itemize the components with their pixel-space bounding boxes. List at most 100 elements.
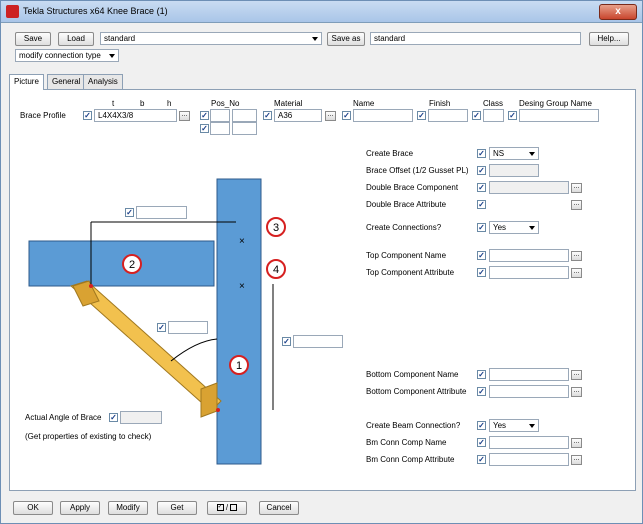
toggle-checkboxes-button[interactable]: ✓ / bbox=[207, 501, 247, 515]
beam-member bbox=[28, 240, 215, 287]
pos-no-prefix-input[interactable] bbox=[210, 109, 230, 122]
brace-offset-input[interactable] bbox=[489, 164, 539, 177]
unchecked-box-icon bbox=[230, 504, 238, 512]
angle-arc bbox=[170, 338, 218, 362]
toggle-separator: / bbox=[225, 503, 229, 512]
double-component-checkbox[interactable]: ✓ bbox=[477, 183, 486, 192]
help-button[interactable]: Help... bbox=[589, 32, 629, 46]
double-component-input[interactable] bbox=[489, 181, 569, 194]
bottom-gusset-plate bbox=[200, 382, 218, 418]
save-as-input[interactable]: standard bbox=[370, 32, 581, 45]
top-dimension-checkbox[interactable]: ✓ bbox=[125, 208, 134, 217]
apply-button[interactable]: Apply bbox=[60, 501, 100, 515]
create-connections-select[interactable]: Yes bbox=[489, 221, 539, 234]
brace-profile-browse-button[interactable]: ... bbox=[179, 111, 190, 121]
material-browse-button[interactable]: ... bbox=[325, 111, 336, 121]
brace-offset-checkbox[interactable]: ✓ bbox=[477, 166, 486, 175]
material-checkbox[interactable]: ✓ bbox=[263, 111, 272, 120]
pos-no-prefix-checkbox[interactable]: ✓ bbox=[200, 111, 209, 120]
vertical-dimension-input[interactable] bbox=[293, 335, 343, 348]
bottom-component-name-input[interactable] bbox=[489, 368, 569, 381]
top-component-attribute-label: Top Component Attribute bbox=[366, 268, 455, 277]
header-b: b bbox=[140, 99, 145, 108]
bottom-component-name-checkbox[interactable]: ✓ bbox=[477, 370, 486, 379]
create-brace-checkbox[interactable]: ✓ bbox=[477, 149, 486, 158]
cancel-button[interactable]: Cancel bbox=[259, 501, 299, 515]
modify-button[interactable]: Modify bbox=[108, 501, 148, 515]
tab-picture[interactable]: Picture bbox=[9, 74, 44, 90]
create-brace-select[interactable]: NS bbox=[489, 147, 539, 160]
get-button[interactable]: Get bbox=[157, 501, 197, 515]
material-input[interactable]: A36 bbox=[274, 109, 322, 122]
tab-general[interactable]: General bbox=[47, 74, 86, 89]
chevron-down-icon bbox=[529, 424, 535, 428]
brace-angle-checkbox[interactable]: ✓ bbox=[157, 323, 166, 332]
brace-profile-label: Brace Profile bbox=[20, 111, 66, 120]
vertical-dimension-checkbox[interactable]: ✓ bbox=[282, 337, 291, 346]
top-component-name-input[interactable] bbox=[489, 249, 569, 262]
brace-angle-input[interactable] bbox=[168, 321, 208, 334]
bottom-component-attribute-input[interactable] bbox=[489, 385, 569, 398]
callout-1: 1 bbox=[236, 360, 242, 372]
window-title: Tekla Structures x64 Knee Brace (1) bbox=[23, 6, 168, 16]
double-attribute-label: Double Brace Attribute bbox=[366, 200, 447, 209]
name-input[interactable] bbox=[353, 109, 413, 122]
header-name: Name bbox=[353, 99, 375, 108]
connection-type-select[interactable]: modify connection type bbox=[15, 49, 119, 62]
save-as-button[interactable]: Save as bbox=[327, 32, 365, 46]
header-finish: Finish bbox=[429, 99, 451, 108]
load-button[interactable]: Load bbox=[58, 32, 94, 46]
bm-conn-attribute-input[interactable] bbox=[489, 453, 569, 466]
bm-conn-attribute-checkbox[interactable]: ✓ bbox=[477, 455, 486, 464]
close-button[interactable]: x bbox=[599, 4, 637, 20]
name-checkbox[interactable]: ✓ bbox=[342, 111, 351, 120]
top-component-attribute-input[interactable] bbox=[489, 266, 569, 279]
double-attribute-checkbox[interactable]: ✓ bbox=[477, 200, 486, 209]
assembly-pos-checkbox[interactable]: ✓ bbox=[200, 124, 209, 133]
header-pos-no: Pos_No bbox=[211, 99, 240, 108]
ok-button[interactable]: OK bbox=[13, 501, 53, 515]
top-component-attribute-browse-button[interactable]: ... bbox=[571, 268, 582, 278]
create-beam-connection-label: Create Beam Connection? bbox=[366, 421, 461, 430]
double-attribute-browse-button[interactable]: ... bbox=[571, 200, 582, 210]
double-component-browse-button[interactable]: ... bbox=[571, 183, 582, 193]
group-input[interactable] bbox=[519, 109, 599, 122]
beam-work-point bbox=[89, 284, 93, 288]
header-material: Material bbox=[274, 99, 303, 108]
brace-offset-label: Brace Offset (1/2 Gusset PL) bbox=[366, 166, 469, 175]
finish-input[interactable] bbox=[428, 109, 468, 122]
group-checkbox[interactable]: ✓ bbox=[508, 111, 517, 120]
brace-profile-checkbox[interactable]: ✓ bbox=[83, 111, 92, 120]
bm-conn-name-input[interactable] bbox=[489, 436, 569, 449]
bm-conn-attribute-browse-button[interactable]: ... bbox=[571, 455, 582, 465]
bm-conn-name-checkbox[interactable]: ✓ bbox=[477, 438, 486, 447]
assembly-start-input[interactable] bbox=[232, 122, 257, 135]
brace-profile-input[interactable]: L4X4X3/8 bbox=[94, 109, 177, 122]
pos-no-start-input[interactable] bbox=[232, 109, 257, 122]
top-component-name-browse-button[interactable]: ... bbox=[571, 251, 582, 261]
double-component-label: Double Brace Component bbox=[366, 183, 459, 192]
top-component-attribute-checkbox[interactable]: ✓ bbox=[477, 268, 486, 277]
top-component-name-checkbox[interactable]: ✓ bbox=[477, 251, 486, 260]
bottom-component-name-browse-button[interactable]: ... bbox=[571, 370, 582, 380]
save-button[interactable]: Save bbox=[15, 32, 51, 46]
create-beam-connection-select[interactable]: Yes bbox=[489, 419, 539, 432]
preset-select[interactable]: standard bbox=[100, 32, 322, 45]
class-input[interactable] bbox=[483, 109, 504, 122]
create-brace-label: Create Brace bbox=[366, 149, 414, 158]
actual-angle-checkbox[interactable]: ✓ bbox=[109, 413, 118, 422]
actual-angle-label: Actual Angle of Brace bbox=[25, 413, 102, 422]
bottom-component-attribute-checkbox[interactable]: ✓ bbox=[477, 387, 486, 396]
bottom-component-attribute-browse-button[interactable]: ... bbox=[571, 387, 582, 397]
tab-analysis[interactable]: Analysis bbox=[83, 74, 123, 89]
assembly-prefix-input[interactable] bbox=[210, 122, 230, 135]
bm-conn-attribute-label: Bm Conn Comp Attribute bbox=[366, 455, 455, 464]
top-dimension-input[interactable] bbox=[136, 206, 187, 219]
create-beam-connection-checkbox[interactable]: ✓ bbox=[477, 421, 486, 430]
class-checkbox[interactable]: ✓ bbox=[472, 111, 481, 120]
finish-checkbox[interactable]: ✓ bbox=[417, 111, 426, 120]
callout-3: 3 bbox=[273, 222, 279, 234]
callout-4: 4 bbox=[273, 264, 279, 276]
bm-conn-name-browse-button[interactable]: ... bbox=[571, 438, 582, 448]
create-connections-checkbox[interactable]: ✓ bbox=[477, 223, 486, 232]
